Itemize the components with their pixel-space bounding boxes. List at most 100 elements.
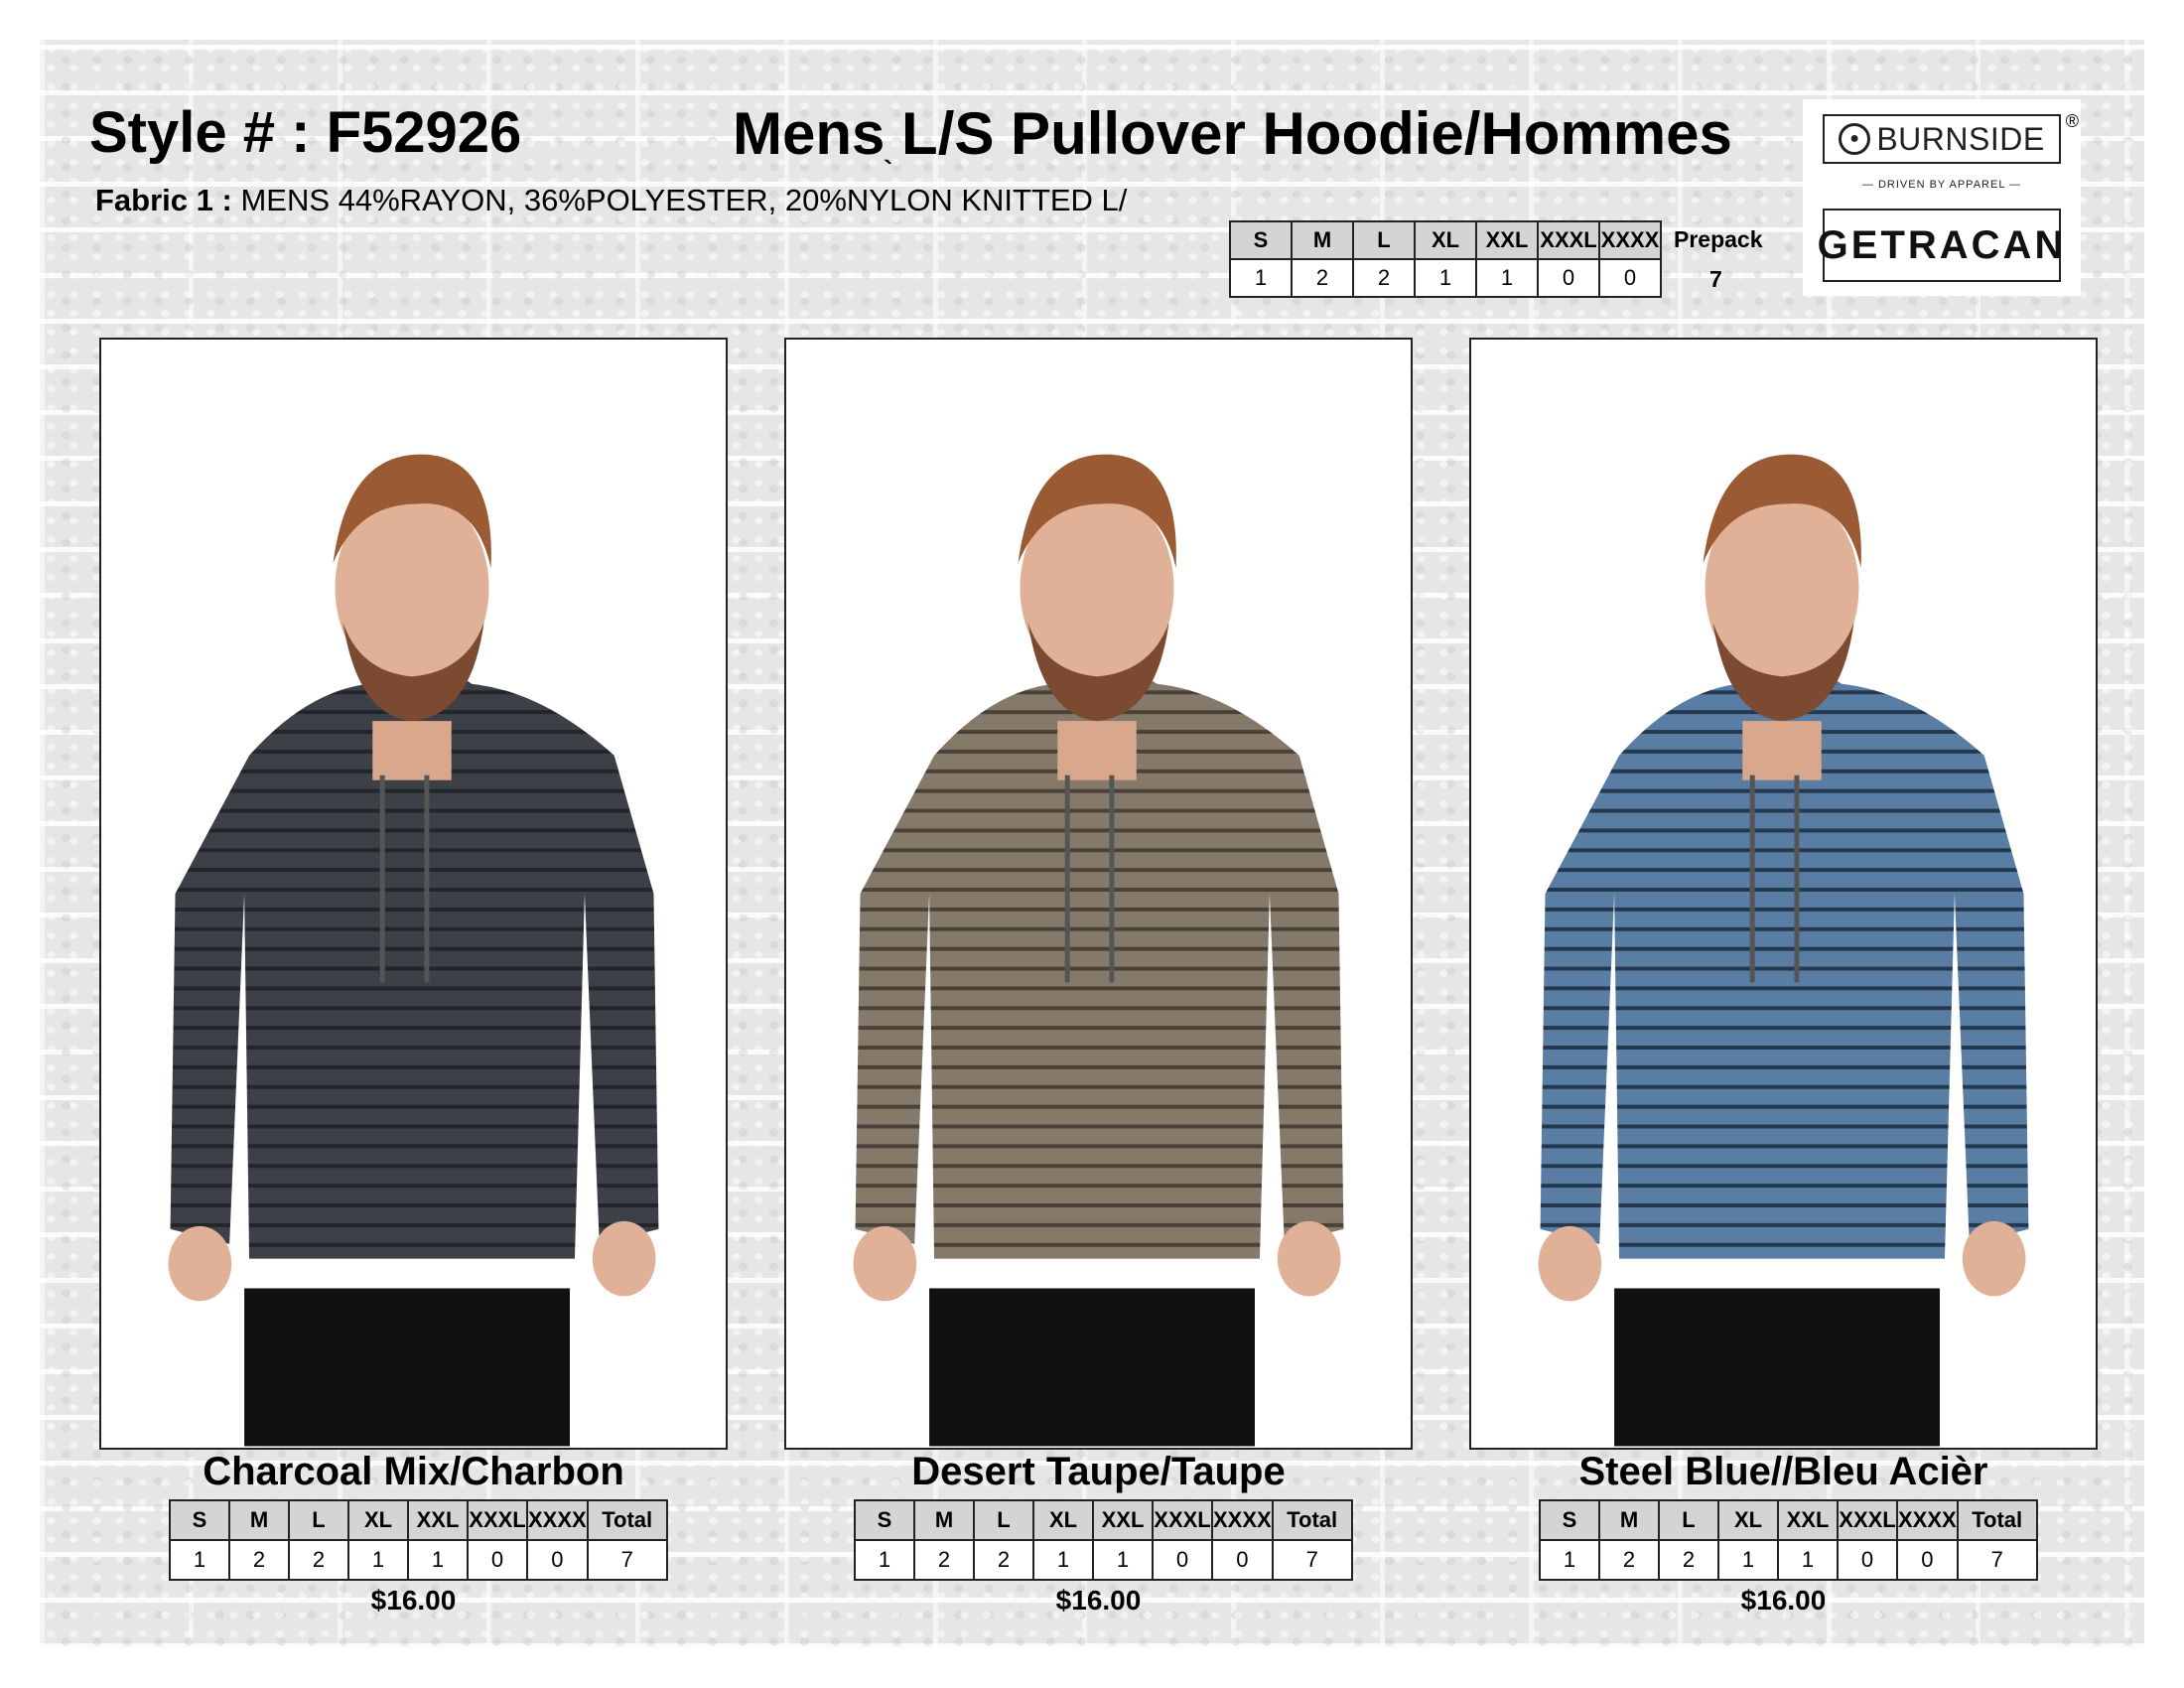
burnside-logo: ● BURNSIDE (1823, 114, 2061, 164)
size-cell: XXXL (1537, 220, 1600, 260)
size-cell: XXXX (1896, 1499, 1959, 1541)
qty-row: 1 2 2 1 1 0 0 7 (169, 1539, 668, 1581)
size-cell: XXXL (467, 1499, 528, 1541)
prepack-total: 7 (1709, 266, 1722, 292)
total-header-cell: Total (586, 1499, 668, 1541)
fabric-line: Fabric 1 : MENS 44%RAYON, 36%POLYESTER, … (95, 183, 1127, 218)
qty-cell: 1 (347, 1539, 409, 1581)
logo-tagline: — DRIVEN BY APPAREL — (1861, 179, 2022, 191)
prepack-size-header-row: S M L XL XXL XXXL XXXX (1229, 220, 1662, 260)
size-cell: XXXX (526, 1499, 589, 1541)
size-cell: XXL (1475, 220, 1539, 260)
qty-cell: 0 (1598, 258, 1662, 298)
qty-cell: 2 (1291, 258, 1354, 298)
style-number-heading: Style # : F52926 (89, 99, 521, 166)
qty-cell: 1 (1475, 258, 1539, 298)
size-cell: XXXX (1598, 220, 1662, 260)
size-cell: S (1229, 220, 1293, 260)
price-steel-blue: $16.00 (1740, 1585, 1827, 1616)
size-cell: L (288, 1499, 349, 1541)
size-cell: S (169, 1499, 230, 1541)
size-cell: XXL (1092, 1499, 1154, 1541)
size-cell: L (1658, 1499, 1719, 1541)
product-photo-steel-blue (1469, 338, 2098, 1450)
qty-cell: 0 (526, 1539, 589, 1581)
color-name-taupe: Desert Taupe/Taupe (911, 1450, 1286, 1493)
size-cell: M (228, 1499, 290, 1541)
qty-cell: 1 (1539, 1539, 1600, 1581)
size-cell: XXXL (1152, 1499, 1213, 1541)
price-taupe: $16.00 (1055, 1585, 1142, 1616)
size-cell: M (1598, 1499, 1660, 1541)
size-table-steel-blue: S M L XL XXL XXXL XXXX Total 1 2 2 1 1 0… (1539, 1499, 2038, 1581)
size-header-row: S M L XL XXL XXXL XXXX Total (854, 1499, 1353, 1541)
product-photo-taupe (784, 338, 1413, 1450)
qty-cell: 0 (1152, 1539, 1213, 1581)
model-hoodie-steel-blue-image (1538, 454, 2029, 1447)
fabric-text: MENS 44%RAYON, 36%POLYESTER, 20%NYLON KN… (240, 183, 1128, 217)
size-cell: XL (347, 1499, 409, 1541)
color-name-steel-blue: Steel Blue//Bleu Acièr (1578, 1450, 1988, 1493)
size-table-charcoal: S M L XL XXL XXXL XXXX Total 1 2 2 1 1 0… (169, 1499, 668, 1581)
size-cell: XXXX (1211, 1499, 1274, 1541)
size-cell: L (973, 1499, 1034, 1541)
registered-mark: ® (2065, 111, 2079, 131)
qty-cell: 2 (228, 1539, 290, 1581)
qty-cell: 1 (1777, 1539, 1839, 1581)
size-cell: L (1352, 220, 1416, 260)
qty-cell: 1 (1414, 258, 1477, 298)
prepack-size-table: S M L XL XXL XXXL XXXX 1 2 2 1 1 0 0 (1229, 220, 1662, 298)
qty-cell: 0 (1837, 1539, 1898, 1581)
qty-cell: 0 (1537, 258, 1600, 298)
qty-cell: 0 (1896, 1539, 1959, 1581)
qty-cell: 0 (467, 1539, 528, 1581)
size-cell: XL (1032, 1499, 1094, 1541)
total-cell: 7 (1271, 1539, 1353, 1581)
model-hoodie-charcoal-image (168, 454, 659, 1447)
size-header-row: S M L XL XXL XXXL XXXX Total (1539, 1499, 2038, 1541)
size-cell: XXXL (1837, 1499, 1898, 1541)
flame-icon: ● (1839, 123, 1871, 155)
qty-cell: 1 (1717, 1539, 1779, 1581)
total-header-cell: Total (1271, 1499, 1353, 1541)
qty-cell: 1 (407, 1539, 469, 1581)
qty-row: 1 2 2 1 1 0 0 7 (854, 1539, 1353, 1581)
size-cell: S (1539, 1499, 1600, 1541)
burnside-wordmark: BURNSIDE (1876, 120, 2045, 157)
model-hoodie-taupe-image (853, 454, 1344, 1447)
qty-cell: 1 (1092, 1539, 1154, 1581)
qty-cell: 2 (1598, 1539, 1660, 1581)
qty-cell: 1 (854, 1539, 915, 1581)
size-cell: S (854, 1499, 915, 1541)
size-cell: M (913, 1499, 975, 1541)
qty-cell: 2 (1352, 258, 1416, 298)
size-header-row: S M L XL XXL XXXL XXXX Total (169, 1499, 668, 1541)
qty-cell: 1 (169, 1539, 230, 1581)
getracan-logo: GETRACAN (1818, 209, 2063, 282)
qty-cell: 2 (1658, 1539, 1719, 1581)
size-table-taupe: S M L XL XXL XXXL XXXX Total 1 2 2 1 1 0… (854, 1499, 1353, 1581)
qty-cell: 1 (1032, 1539, 1094, 1581)
qty-cell: 2 (913, 1539, 975, 1581)
product-photo-charcoal (99, 338, 728, 1450)
fabric-label: Fabric 1 : (95, 183, 232, 217)
size-cell: XXL (1777, 1499, 1839, 1541)
prepack-label: Prepack (1674, 226, 1763, 252)
style-number: F52926 (326, 100, 522, 165)
color-name-charcoal: Charcoal Mix/Charbon (203, 1450, 624, 1493)
qty-cell: 0 (1211, 1539, 1274, 1581)
style-label: Style # : (89, 100, 311, 165)
price-charcoal: $16.00 (370, 1585, 457, 1616)
qty-row: 1 2 2 1 1 0 0 7 (1539, 1539, 2038, 1581)
size-cell: XL (1414, 220, 1477, 260)
qty-cell: 2 (973, 1539, 1034, 1581)
size-cell: XL (1717, 1499, 1779, 1541)
qty-cell: 2 (288, 1539, 349, 1581)
prepack-qty-row: 1 2 2 1 1 0 0 (1229, 258, 1662, 298)
total-cell: 7 (1956, 1539, 2038, 1581)
size-cell: M (1291, 220, 1354, 260)
size-cell: XXL (407, 1499, 469, 1541)
qty-cell: 1 (1229, 258, 1293, 298)
total-cell: 7 (586, 1539, 668, 1581)
total-header-cell: Total (1956, 1499, 2038, 1541)
